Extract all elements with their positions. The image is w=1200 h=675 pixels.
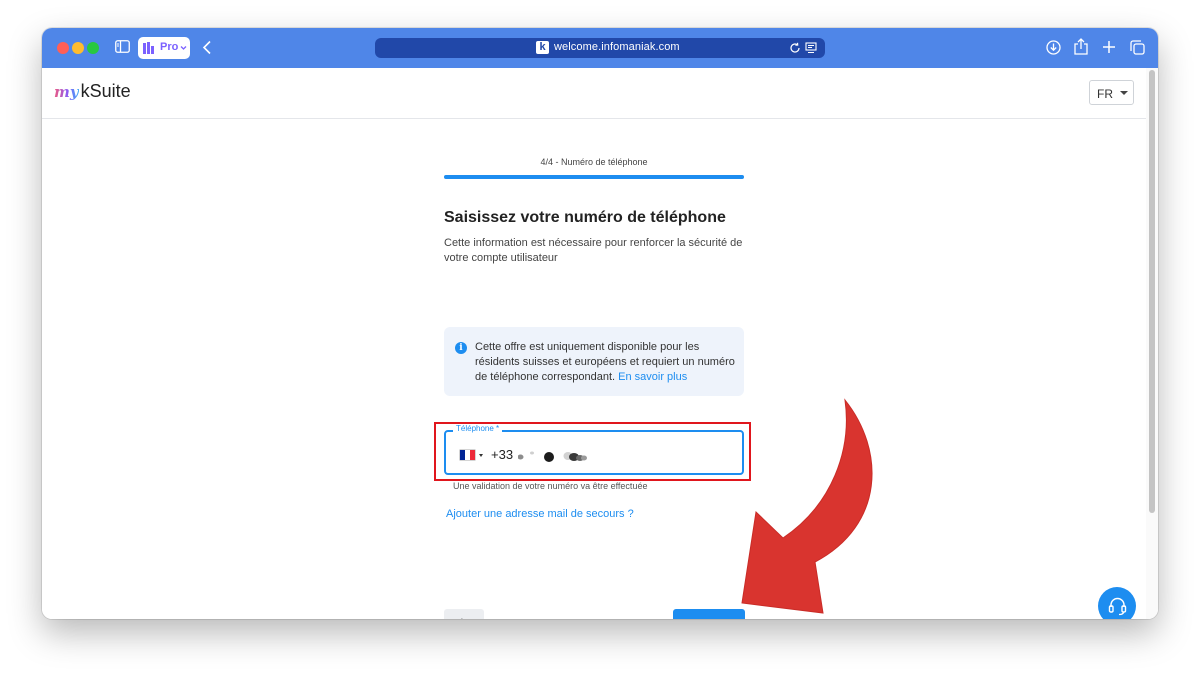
france-flag-icon[interactable]: [460, 450, 475, 460]
minimize-window-button[interactable]: [72, 42, 84, 54]
app-header: my kSuite FR: [42, 68, 1146, 119]
back-navigation-icon[interactable]: [202, 40, 212, 55]
learn-more-link[interactable]: En savoir plus: [618, 371, 687, 383]
profile-logo-icon: [143, 42, 154, 54]
logo-name: kSuite: [80, 81, 131, 101]
sidebar-toggle-icon[interactable]: [115, 40, 130, 53]
url-text: welcome.infomaniak.com: [554, 41, 680, 53]
logo-prefix: my: [54, 83, 79, 101]
page-title: Saisissez votre numéro de téléphone: [444, 209, 726, 226]
phone-helper-text: Une validation de votre numéro va être e…: [453, 481, 648, 491]
arrow-left-icon: [461, 618, 463, 619]
support-chat-button[interactable]: [1098, 587, 1136, 619]
headset-icon: [1108, 597, 1127, 616]
tab-overview-icon[interactable]: [1130, 40, 1145, 55]
continue-button[interactable]: Continuer: [673, 609, 745, 619]
scrollbar-thumb[interactable]: [1149, 70, 1155, 513]
phone-input-field[interactable]: Téléphone * +33: [444, 424, 744, 475]
redacted-phone-number-icon: [518, 451, 587, 462]
zoom-window-button[interactable]: [87, 42, 99, 54]
info-notice-message: Cette offre est uniquement disponible po…: [475, 341, 735, 383]
profile-label: Pro: [160, 41, 179, 53]
country-dropdown-caret-icon[interactable]: [479, 454, 483, 457]
previous-step-button[interactable]: [444, 609, 484, 619]
page-subtitle: Cette information est nécessaire pour re…: [444, 237, 743, 264]
new-tab-icon[interactable]: [1102, 40, 1116, 54]
info-notice-text: Cette offre est uniquement disponible po…: [475, 340, 737, 385]
language-value: FR: [1097, 87, 1113, 101]
info-icon: i: [455, 342, 467, 354]
browser-window: Pro k welcome.infomaniak.com my kSuite F…: [42, 28, 1158, 619]
myksuite-logo[interactable]: my kSuite: [54, 81, 131, 105]
info-notice: i Cette offre est uniquement disponible …: [444, 327, 744, 396]
phone-field-label: Téléphone *: [453, 424, 503, 433]
page-scrollbar[interactable]: [1146, 68, 1158, 619]
chevron-down-icon: [180, 46, 187, 50]
step-progress-fill: [444, 175, 744, 179]
browser-toolbar: Pro k welcome.infomaniak.com: [42, 28, 1158, 68]
share-icon[interactable]: [1074, 38, 1088, 55]
close-window-button[interactable]: [57, 42, 69, 54]
add-backup-email-link[interactable]: Ajouter une adresse mail de secours ?: [446, 508, 634, 520]
profile-selector[interactable]: Pro: [138, 37, 190, 59]
download-icon[interactable]: [1046, 40, 1061, 55]
reader-mode-icon[interactable]: [805, 42, 817, 54]
reload-icon[interactable]: [789, 42, 801, 54]
web-page: my kSuite FR 4/4 - Numéro de téléphone Sa…: [42, 68, 1158, 619]
step-progress-bar: [444, 175, 744, 179]
caret-down-icon: [1120, 91, 1128, 95]
address-bar[interactable]: k welcome.infomaniak.com: [375, 38, 825, 58]
site-favicon: k: [536, 41, 549, 54]
step-indicator: 4/4 - Numéro de téléphone: [540, 157, 648, 167]
language-selector[interactable]: FR: [1089, 80, 1134, 105]
